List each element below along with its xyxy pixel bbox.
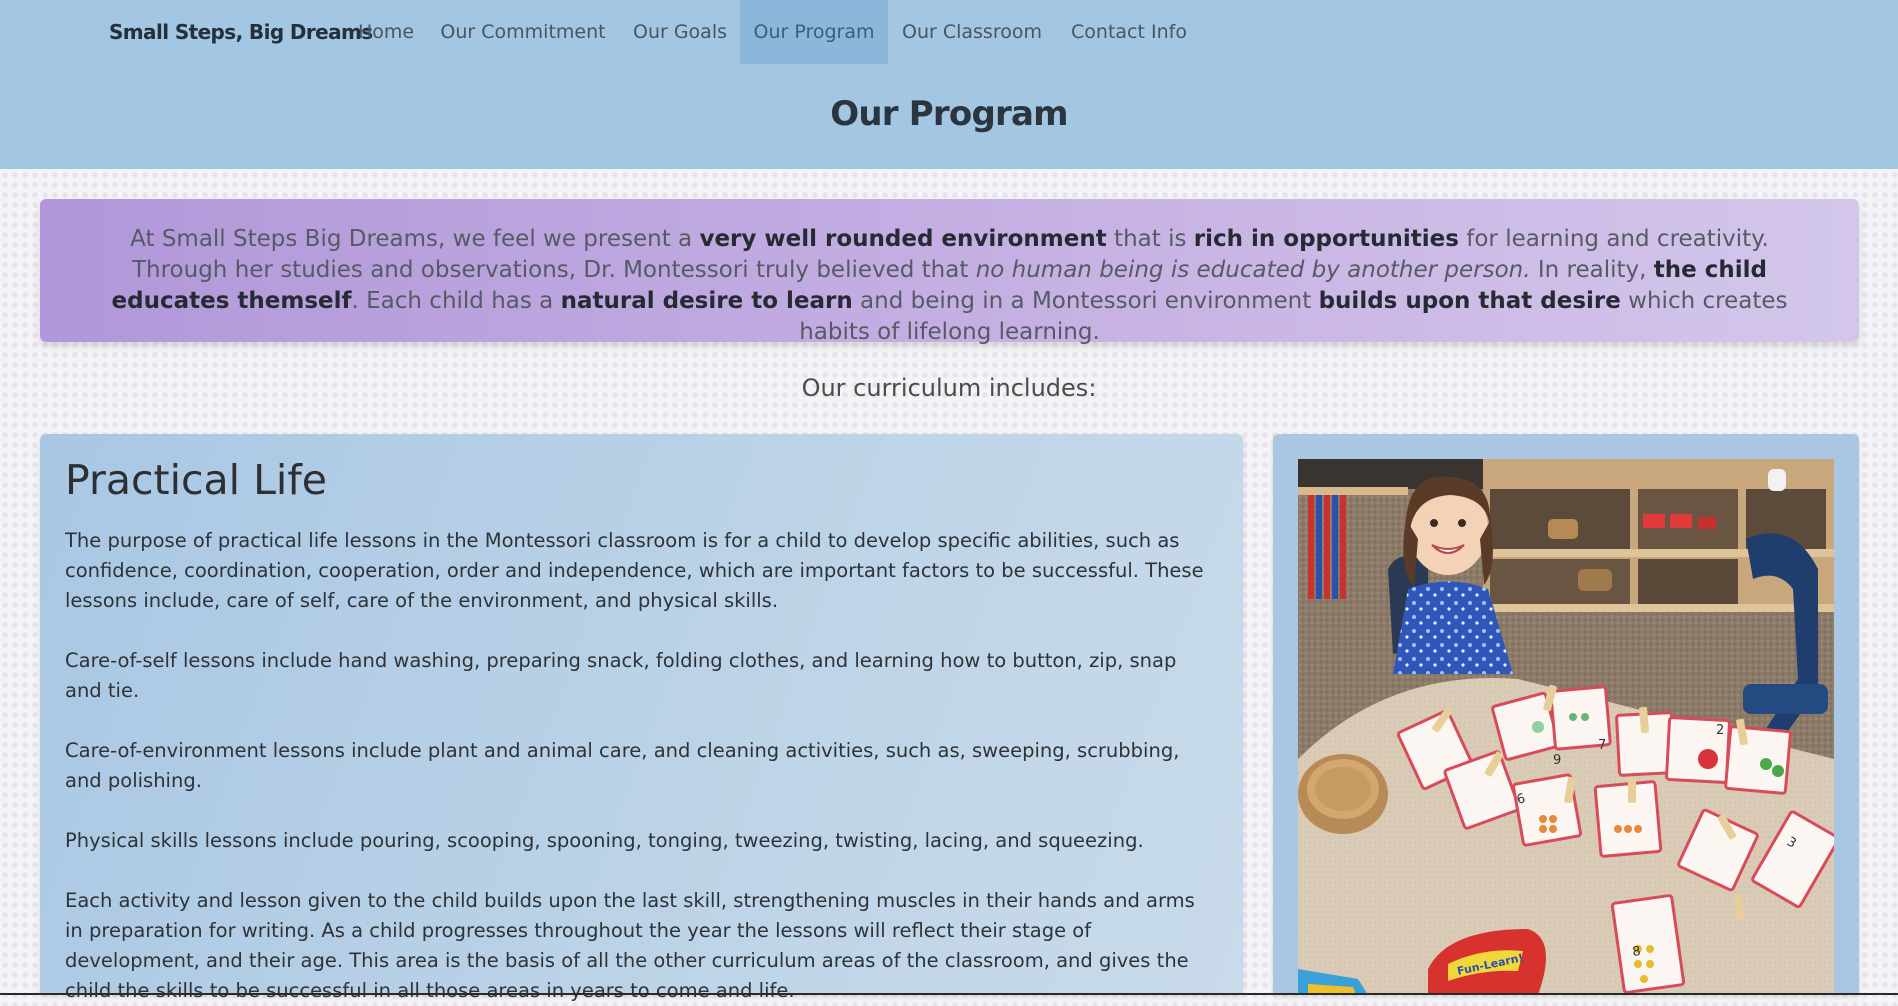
card-number: 9: [1553, 753, 1561, 768]
photo-card: 6 7 8 9 2 3 Fun-Learn!: [1273, 434, 1859, 995]
nav-our-commitment[interactable]: Our Commitment: [430, 0, 616, 64]
site-brand[interactable]: Small Steps, Big Dreams: [109, 0, 373, 64]
practical-life-card: Practical Life The purpose of practical …: [40, 434, 1243, 1002]
intro-text: and being in a Montessori environment: [852, 288, 1319, 314]
site-header: Small Steps, Big Dreams Home Our Commitm…: [0, 0, 1898, 169]
nav-contact-info[interactable]: Contact Info: [1062, 0, 1196, 64]
main-nav: Small Steps, Big Dreams Home Our Commitm…: [0, 0, 1898, 64]
curriculum-label: Our curriculum includes:: [801, 374, 1097, 402]
classroom-photo-illustration: 6 7 8 9 2 3 Fun-Learn!: [1298, 459, 1834, 995]
intro-text: In reality,: [1530, 257, 1654, 283]
intro-panel: At Small Steps Big Dreams, we feel we pr…: [40, 199, 1859, 345]
practical-life-paragraph: Care-of-environment lessons include plan…: [65, 739, 1180, 792]
practical-life-paragraph: Physical skills lessons include pouring,…: [65, 829, 1144, 852]
page-title: Our Program: [830, 94, 1068, 134]
nav-our-classroom[interactable]: Our Classroom: [890, 0, 1054, 64]
nav-home[interactable]: Home: [345, 0, 427, 64]
practical-life-paragraph: Each activity and lesson given to the ch…: [65, 889, 1195, 1002]
card-number: 2: [1716, 723, 1724, 738]
practical-life-paragraph: The purpose of practical life lessons in…: [65, 529, 1204, 612]
practical-life-paragraph: Care-of-self lessons include hand washin…: [65, 649, 1177, 702]
nav-our-goals[interactable]: Our Goals: [620, 0, 740, 64]
card-number: 7: [1598, 738, 1606, 753]
intro-text: At Small Steps Big Dreams, we feel we pr…: [130, 226, 700, 252]
practical-life-title: Practical Life: [65, 456, 327, 504]
intro-text: . Each child has a: [351, 288, 561, 314]
intro-quote: no human being is educated by another pe…: [975, 257, 1531, 283]
classroom-photo: 6 7 8 9 2 3 Fun-Learn!: [1298, 459, 1834, 995]
intro-emphasis: builds upon that desire: [1318, 288, 1621, 314]
intro-emphasis: rich in opportunities: [1193, 226, 1459, 252]
intro-emphasis: very well rounded environment: [699, 226, 1107, 252]
nav-our-program[interactable]: Our Program: [740, 0, 888, 64]
intro-emphasis: natural desire to learn: [560, 288, 853, 314]
intro-text: that is: [1106, 226, 1194, 252]
